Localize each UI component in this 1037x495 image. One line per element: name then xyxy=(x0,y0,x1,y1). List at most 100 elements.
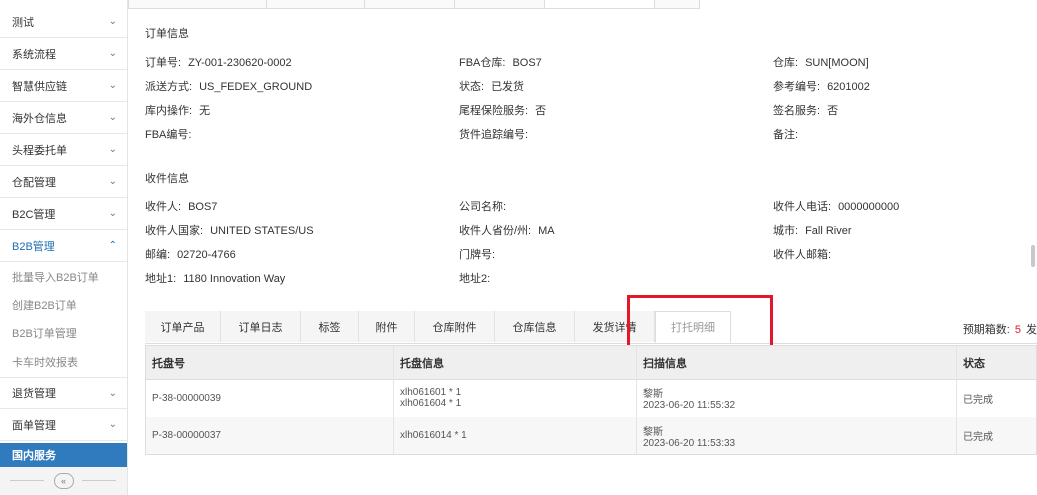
sidebar-item-label: 智慧供应链 xyxy=(12,80,67,93)
state-value: MA xyxy=(538,225,555,237)
pallet-table: 托盘号 托盘信息 扫描信息 状态 P-38-00000039 xlh061601… xyxy=(145,345,1037,455)
phone-field: 收件人电话: 0000000000 xyxy=(773,198,899,214)
sidebar-item-label: 头程委托单 xyxy=(12,144,67,157)
field-label: 收件人邮箱: xyxy=(773,249,832,261)
fba-warehouse-value: BOS7 xyxy=(512,57,542,69)
top-tab-stub-active[interactable] xyxy=(544,0,656,9)
chevron-down-icon: ⌄ xyxy=(108,144,117,155)
door-no-field: 门牌号: xyxy=(459,246,495,262)
tab-order-products[interactable]: 订单产品 xyxy=(145,311,221,342)
ref-no-value: 6201002 xyxy=(827,81,870,93)
table-row[interactable]: P-38-00000037 xlh0616014 * 1 黎斯 2023-06-… xyxy=(146,417,1036,454)
chevron-down-icon: ⌄ xyxy=(108,419,117,430)
fba-warehouse-field: FBA仓库: BOS7 xyxy=(459,54,542,70)
sidebar: 测试 ⌄ 系统流程 ⌄ 智慧供应链 ⌄ 海外仓信息 ⌄ 头程委托单 ⌄ 仓配管理… xyxy=(0,0,128,495)
order-info-title: 订单信息 xyxy=(145,28,189,40)
sidebar-item-label: B2C管理 xyxy=(12,208,56,221)
field-label: 收件人省份/州: xyxy=(459,225,532,237)
sidebar-item-b2b[interactable]: B2B管理 ⌃ xyxy=(0,230,127,262)
top-tab-stub[interactable] xyxy=(128,0,268,9)
tab-order-log[interactable]: 订单日志 xyxy=(221,311,301,342)
chevron-down-icon: ⌄ xyxy=(108,208,117,219)
sidebar-item-label: 海外仓信息 xyxy=(12,112,67,125)
field-label: 城市: xyxy=(773,225,799,237)
fba-no-field: FBA编号: xyxy=(145,126,191,142)
divider xyxy=(10,480,44,481)
table-header-row: 托盘号 托盘信息 扫描信息 状态 xyxy=(146,346,1036,380)
phone-value: 0000000000 xyxy=(838,201,900,213)
field-label: 收件人: xyxy=(145,201,182,213)
chevron-down-icon: ⌄ xyxy=(108,387,117,399)
tab-warehouse-info[interactable]: 仓库信息 xyxy=(495,311,575,342)
sidebar-item-test[interactable]: 测试 ⌄ xyxy=(0,6,127,38)
sidebar-item-supply-chain[interactable]: 智慧供应链 ⌄ xyxy=(0,70,127,102)
sidebar-item-overseas-wh[interactable]: 海外仓信息 ⌄ xyxy=(0,102,127,134)
tab-warehouse-attachments[interactable]: 仓库附件 xyxy=(415,311,495,342)
scanner-name: 黎斯 xyxy=(643,389,663,400)
top-tab-stub[interactable] xyxy=(266,0,366,9)
field-label: 备注: xyxy=(773,129,799,141)
scrollbar-thumb[interactable] xyxy=(1031,245,1035,267)
sidebar-subitem-order-mgmt[interactable]: B2B订单管理 xyxy=(0,318,127,348)
address2-field: 地址2: xyxy=(459,270,490,286)
field-label: FBA仓库: xyxy=(459,57,506,69)
email-field: 收件人邮箱: xyxy=(773,246,831,262)
table-row[interactable]: P-38-00000039 xlh061601 * 1 xlh061604 * … xyxy=(146,379,1036,418)
box-count-label: 预期箱数: xyxy=(962,324,1010,336)
highlight-annotation-box xyxy=(627,295,773,349)
field-label: 订单号: xyxy=(145,57,182,69)
sidebar-subitem-truck-report[interactable]: 卡车时效报表 xyxy=(0,347,127,377)
collapse-sidebar-icon[interactable]: « xyxy=(53,473,74,489)
sidebar-item-label: B2B管理 xyxy=(12,240,55,253)
status-cell: 已完成 xyxy=(963,432,993,443)
inwh-op-value: 无 xyxy=(199,105,211,117)
tab-labels[interactable]: 标签 xyxy=(301,311,359,342)
ref-no-field: 参考编号: 6201002 xyxy=(773,78,870,94)
sidebar-item-labels[interactable]: 面单管理 ⌄ xyxy=(0,409,127,441)
column-header-status[interactable]: 状态 xyxy=(957,346,1036,379)
sidebar-subitem-create-order[interactable]: 创建B2B订单 xyxy=(0,290,127,320)
pallet-no-cell: P-38-00000039 xyxy=(146,379,394,417)
order-no-value: ZY-001-230620-0002 xyxy=(188,57,292,69)
sidebar-item-b2c[interactable]: B2C管理 ⌄ xyxy=(0,198,127,230)
sidebar-item-system-flow[interactable]: 系统流程 ⌄ xyxy=(0,38,127,70)
company-field: 公司名称: xyxy=(459,198,506,214)
sidebar-item-returns[interactable]: 退货管理 ⌄ xyxy=(0,377,127,409)
status-value: 已发货 xyxy=(491,81,525,93)
box-count-value: 5 xyxy=(1014,324,1021,336)
detail-tabs: 订单产品 订单日志 标签 附件 仓库附件 仓库信息 发货详情 打托明细 xyxy=(145,311,1037,344)
pallet-info-line: xlh061604 * 1 xyxy=(400,398,462,409)
field-label: 收件人电话: xyxy=(773,201,832,213)
address1-value: 1180 Innovation Way xyxy=(183,273,286,285)
field-label: 仓库: xyxy=(773,57,799,69)
pallet-info-cell: xlh061601 * 1 xlh061604 * 1 xyxy=(394,379,637,417)
ship-method-field: 派送方式: US_FEDEX_GROUND xyxy=(145,78,312,94)
scanner-name: 黎斯 xyxy=(643,426,663,438)
field-label: 地址2: xyxy=(459,273,491,285)
column-header-scan-info[interactable]: 扫描信息 xyxy=(637,346,957,379)
field-label: 状态: xyxy=(459,81,485,93)
tail-insurance-value: 否 xyxy=(535,105,547,117)
remark-field: 备注: xyxy=(773,126,798,142)
status-cell: 已完成 xyxy=(963,394,993,406)
field-label: 尾程保险服务: xyxy=(459,105,529,117)
field-label: 签名服务: xyxy=(773,105,821,117)
tab-attachments[interactable]: 附件 xyxy=(359,311,415,342)
field-label: 货件追踪编号: xyxy=(459,129,529,141)
chevron-down-icon: ⌄ xyxy=(108,80,117,91)
scan-time: 2023-06-20 11:53:33 xyxy=(643,437,736,449)
top-tab-stub[interactable] xyxy=(654,0,700,9)
sidebar-item-domestic[interactable]: 国内服务 xyxy=(0,443,127,467)
top-tab-stub[interactable] xyxy=(364,0,456,9)
sidebar-subitem-bulk-import[interactable]: 批量导入B2B订单 xyxy=(0,262,127,292)
scan-time: 2023-06-20 11:55:32 xyxy=(643,400,736,411)
sidebar-item-fulfillment[interactable]: 仓配管理 ⌄ xyxy=(0,166,127,198)
warehouse-value: SUN[MOON] xyxy=(805,57,869,69)
order-no-field: 订单号: ZY-001-230620-0002 xyxy=(145,54,292,70)
field-label: 库内操作: xyxy=(145,105,193,117)
sidebar-item-first-leg[interactable]: 头程委托单 ⌄ xyxy=(0,134,127,166)
column-header-pallet-no[interactable]: 托盘号 xyxy=(146,346,394,379)
column-header-pallet-info[interactable]: 托盘信息 xyxy=(394,346,637,379)
inwh-op-field: 库内操作: 无 xyxy=(145,102,210,118)
top-tab-stub[interactable] xyxy=(454,0,546,9)
